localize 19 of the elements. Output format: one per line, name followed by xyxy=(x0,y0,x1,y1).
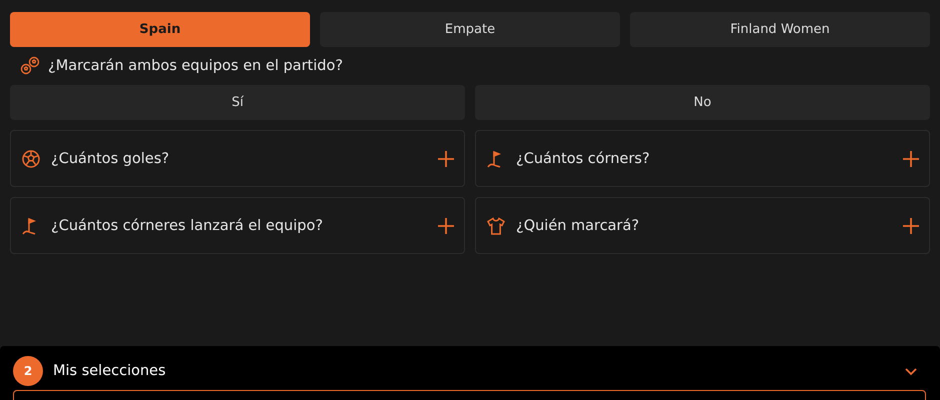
football-icon xyxy=(21,148,41,168)
plus-icon xyxy=(903,150,919,166)
outcome-button[interactable]: Empate xyxy=(320,12,620,47)
answer-button[interactable]: No xyxy=(475,85,930,120)
market-item[interactable]: ¿Quién marcará? xyxy=(475,197,930,254)
answer-button[interactable]: Sí xyxy=(10,85,465,120)
shirt-icon xyxy=(486,216,506,236)
market-item[interactable]: ¿Cuántos córners? xyxy=(475,130,930,187)
two-balls-icon xyxy=(20,56,40,76)
outcome-button[interactable]: Spain xyxy=(10,12,310,47)
plus-icon xyxy=(903,218,919,234)
count-badge: 2 xyxy=(13,356,43,386)
question-text: ¿Marcarán ambos equipos en el partido? xyxy=(48,58,343,74)
plus-icon xyxy=(438,150,454,166)
panel-title: Mis selecciones xyxy=(53,363,167,379)
outcome-button[interactable]: Finland Women xyxy=(630,12,930,47)
market-item[interactable]: ¿Cuántos goles? xyxy=(10,130,465,187)
market-item[interactable]: ¿Cuántos córneres lanzará el equipo? xyxy=(10,197,465,254)
plus-icon xyxy=(438,218,454,234)
